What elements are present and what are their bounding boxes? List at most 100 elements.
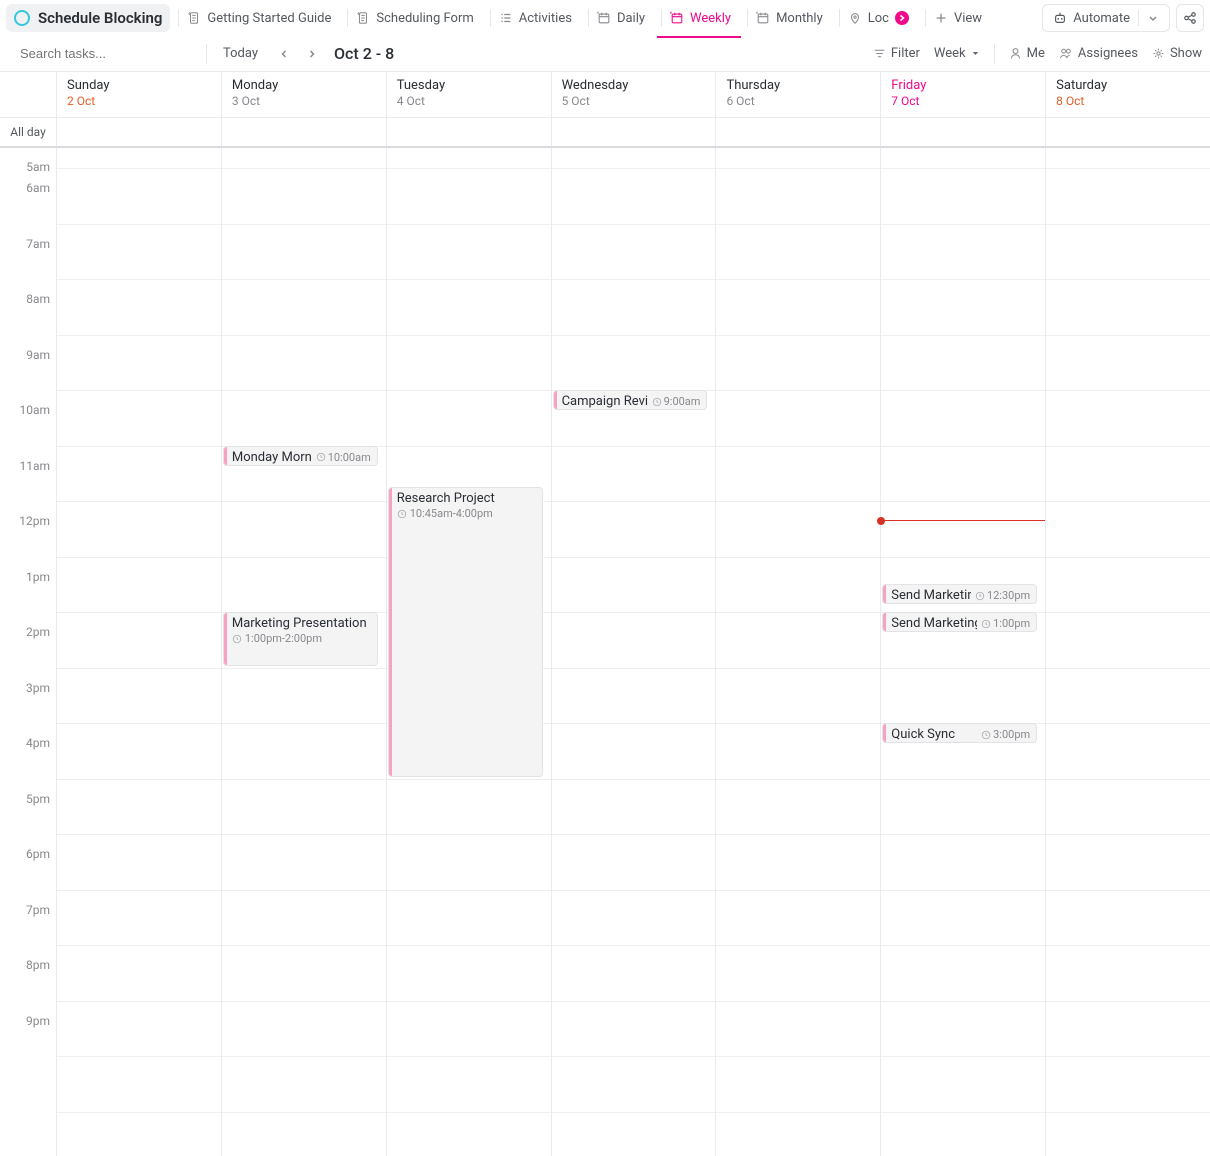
allday-cell[interactable]	[881, 118, 1046, 146]
allday-cell[interactable]	[1046, 118, 1210, 146]
hour-gutter: 5am6am7am8am9am10am11am12pm1pm2pm3pm4pm5…	[0, 148, 57, 1156]
tab-label: View	[954, 11, 982, 26]
tab-label: Activities	[519, 11, 572, 26]
day-column-friday[interactable]: Send Marketing12:30pmSend Marketing1:00p…	[881, 148, 1046, 1156]
day-column-saturday[interactable]	[1046, 148, 1210, 1156]
event-send-marketing[interactable]: Send Marketing12:30pm	[882, 584, 1037, 604]
prev-week-button[interactable]	[274, 46, 294, 62]
gear-icon	[1152, 47, 1165, 60]
day-header-monday[interactable]: Monday3 Oct	[222, 72, 387, 117]
day-date: 7 Oct	[891, 94, 1035, 108]
day-header-wednesday[interactable]: Wednesday5 Oct	[552, 72, 717, 117]
day-column-thursday[interactable]	[716, 148, 881, 1156]
share-icon	[1183, 11, 1197, 25]
day-name: Thursday	[726, 78, 870, 93]
search-input[interactable]	[20, 46, 196, 61]
hour-label: 2pm	[0, 625, 56, 681]
workspace-title: Schedule Blocking	[38, 9, 162, 27]
robot-icon	[1053, 11, 1067, 25]
tab-label: Daily	[617, 11, 645, 26]
event-title: Campaign Revie	[562, 394, 648, 409]
tab-view[interactable]: View	[921, 4, 992, 32]
event-marketing-presentation[interactable]: Marketing Presentation1:00pm-2:00pm	[223, 612, 378, 666]
event-quick-sync[interactable]: Quick Sync3:00pm	[882, 723, 1037, 743]
hour-label: 11am	[0, 459, 56, 515]
day-header-thursday[interactable]: Thursday6 Oct	[716, 72, 881, 117]
share-button[interactable]	[1176, 4, 1204, 32]
day-date: 8 Oct	[1056, 94, 1200, 108]
day-header-tuesday[interactable]: Tuesday4 Oct	[387, 72, 552, 117]
event-campaign-revie[interactable]: Campaign Revie9:00am	[553, 390, 708, 410]
allday-cell[interactable]	[716, 118, 881, 146]
tab-label: Scheduling Form	[376, 11, 473, 26]
day-name: Wednesday	[562, 78, 706, 93]
day-header-sunday[interactable]: Sunday2 Oct	[57, 72, 222, 117]
hour-label: 7pm	[0, 903, 56, 959]
automate-button[interactable]: Automate	[1042, 4, 1170, 32]
next-week-button[interactable]	[302, 46, 322, 62]
event-subtitle: 10:45am-4:00pm	[397, 507, 536, 520]
allday-cell[interactable]	[387, 118, 552, 146]
allday-cell[interactable]	[222, 118, 387, 146]
tab-monthly[interactable]: Monthly	[743, 4, 833, 32]
view-toolbar: Today Oct 2 - 8 Filter Week Me Assignees…	[0, 36, 1210, 72]
event-send-marketing[interactable]: Send Marketing 1:00pm	[882, 612, 1037, 632]
tab-activities[interactable]: Activities	[486, 4, 582, 32]
filter-button[interactable]: Filter	[873, 46, 920, 61]
hour-label: 10am	[0, 403, 56, 459]
event-title: Send Marketing	[891, 588, 971, 603]
event-title: Send Marketing	[891, 616, 977, 631]
day-name: Saturday	[1056, 78, 1200, 93]
cal-icon	[670, 11, 684, 25]
tab-weekly[interactable]: Weekly	[657, 4, 741, 32]
day-date: 4 Oct	[397, 94, 541, 108]
tab-label: Weekly	[690, 11, 731, 26]
plus-icon	[934, 11, 948, 25]
event-title: Marketing Presentation	[232, 616, 371, 631]
day-column-tuesday[interactable]: Research Project10:45am-4:00pm	[387, 148, 552, 1156]
badge-icon	[895, 11, 909, 25]
day-column-sunday[interactable]	[57, 148, 222, 1156]
tab-scheduling-form[interactable]: Scheduling Form	[343, 4, 483, 32]
tab-loc[interactable]: Loc	[835, 4, 919, 32]
day-name: Monday	[232, 78, 376, 93]
pin-icon	[848, 11, 862, 25]
day-date: 2 Oct	[67, 94, 211, 108]
assignees-button[interactable]: Assignees	[1059, 46, 1138, 61]
hour-label: 3pm	[0, 681, 56, 737]
event-time: 1:00pm	[981, 617, 1030, 630]
person-icon	[1009, 47, 1022, 60]
event-time: 10:00am	[316, 451, 371, 464]
top-bar: Schedule Blocking Getting Started Guide S…	[0, 0, 1210, 36]
day-header-saturday[interactable]: Saturday8 Oct	[1046, 72, 1210, 117]
people-icon	[1059, 47, 1073, 60]
search-box[interactable]	[8, 42, 198, 65]
allday-cell[interactable]	[552, 118, 717, 146]
event-monday-mornin[interactable]: Monday Mornin 10:00am	[223, 446, 378, 466]
allday-cell[interactable]	[57, 118, 222, 146]
me-button[interactable]: Me	[1009, 46, 1045, 61]
today-button[interactable]: Today	[215, 44, 266, 63]
doc-icon	[187, 11, 201, 25]
tab-label: Loc	[868, 11, 889, 26]
tab-daily[interactable]: Daily	[584, 4, 655, 32]
hour-label: 8am	[0, 292, 56, 348]
all-day-row: All day	[0, 118, 1210, 148]
date-range-label: Oct 2 - 8	[334, 44, 394, 63]
tab-label: Monthly	[776, 11, 823, 26]
day-header-friday[interactable]: Friday7 Oct	[881, 72, 1046, 117]
day-date: 5 Oct	[562, 94, 706, 108]
day-column-wednesday[interactable]: Campaign Revie9:00am	[552, 148, 717, 1156]
event-subtitle: 1:00pm-2:00pm	[232, 632, 371, 645]
week-dropdown[interactable]: Week	[934, 46, 980, 61]
workspace-chip[interactable]: Schedule Blocking	[6, 4, 170, 32]
hour-label: 5pm	[0, 792, 56, 848]
hour-label: 7am	[0, 237, 56, 293]
show-button[interactable]: Show	[1152, 46, 1202, 61]
day-headers-row: Sunday2 OctMonday3 OctTuesday4 OctWednes…	[0, 72, 1210, 118]
tab-getting-started-guide[interactable]: Getting Started Guide	[174, 4, 341, 32]
hour-label: 6am	[0, 181, 56, 237]
event-title: Monday Mornin	[232, 450, 312, 465]
event-research-project[interactable]: Research Project10:45am-4:00pm	[388, 487, 543, 776]
day-column-monday[interactable]: Monday Mornin 10:00am Marketing Presentati…	[222, 148, 387, 1156]
